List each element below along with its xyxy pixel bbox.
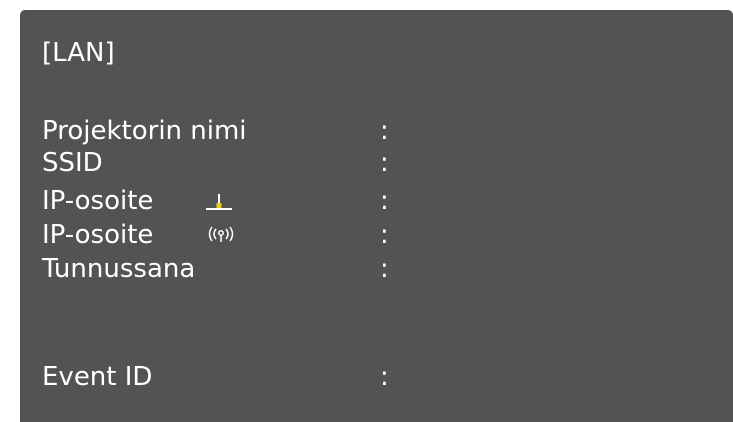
projector-name-label: Projektorin nimi bbox=[42, 116, 247, 146]
wireless-lan-icon bbox=[208, 226, 234, 242]
passphrase-separator: : bbox=[380, 254, 389, 284]
projector-name-separator: : bbox=[380, 116, 389, 146]
wired-lan-icon bbox=[206, 194, 232, 210]
wireless-ip-address-label: IP-osoite bbox=[42, 220, 154, 250]
wired-ip-address-separator: : bbox=[380, 186, 389, 216]
lan-info-panel: [LAN] Projektorin nimi : SSID : IP-osoit… bbox=[20, 10, 733, 422]
panel-title: [LAN] bbox=[42, 38, 115, 68]
ssid-separator: : bbox=[380, 148, 389, 178]
wired-ip-address-label: IP-osoite bbox=[42, 186, 154, 216]
ssid-label: SSID bbox=[42, 148, 103, 178]
event-id-label: Event ID bbox=[42, 362, 153, 392]
passphrase-label: Tunnussana bbox=[42, 254, 196, 284]
event-id-separator: : bbox=[380, 362, 389, 392]
wireless-ip-address-separator: : bbox=[380, 220, 389, 250]
